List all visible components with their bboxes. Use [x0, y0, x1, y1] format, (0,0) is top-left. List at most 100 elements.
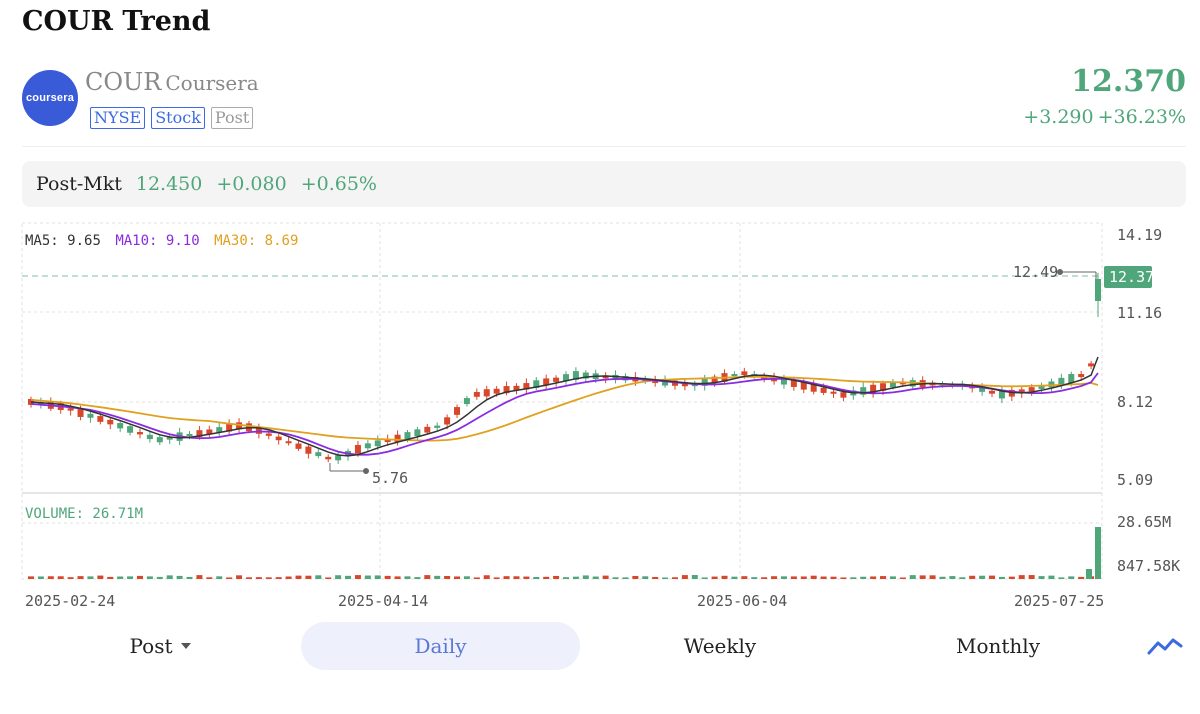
candle-body: [731, 374, 738, 377]
x-label: 2025-02-24: [25, 592, 115, 610]
tab-daily[interactable]: Daily: [301, 622, 580, 670]
volume-bar: [543, 576, 550, 579]
volume-bar: [652, 576, 659, 579]
volume-bar: [265, 577, 272, 579]
volume-bar: [216, 576, 223, 579]
candle-body: [1088, 363, 1095, 367]
volume-bar: [146, 576, 153, 579]
volume-bar: [206, 577, 213, 579]
volume-bar: [1048, 575, 1055, 579]
candle-body: [1028, 387, 1035, 392]
volume-bar: [642, 576, 649, 579]
company-name: Coursera: [165, 71, 259, 95]
post-market-change-pct: +0.65%: [300, 173, 377, 195]
volume-bar: [117, 576, 124, 579]
volume-bar: [662, 577, 669, 579]
candle-body: [483, 389, 490, 397]
ma5-line: [30, 356, 1099, 457]
volume-bar: [47, 576, 54, 579]
volume-bar: [780, 576, 787, 579]
candle-body: [67, 408, 74, 411]
candlestick-series: [28, 273, 1101, 464]
post-market-bar: Post-Mkt 12.450 +0.080 +0.65%: [22, 161, 1186, 207]
candle-body: [146, 434, 153, 440]
candle-body: [473, 391, 480, 397]
volume-bar: [691, 575, 698, 579]
tab-weekly[interactable]: Weekly: [600, 622, 840, 670]
stock-chart[interactable]: MA5: 9.65 MA10: 9.10 MA30: 8.69 14.19 11…: [0, 215, 1200, 615]
tab-monthly-label: Monthly: [955, 634, 1040, 658]
volume-bar: [345, 575, 352, 579]
y-tick: 14.19: [1117, 226, 1162, 244]
candle-body: [156, 437, 163, 443]
low-label: 5.76: [372, 469, 408, 487]
volume-bar: [77, 576, 84, 579]
candle-body: [285, 441, 292, 444]
current-price: 12.370: [1071, 64, 1186, 99]
volume-bar: [800, 576, 807, 579]
low-dot: [363, 468, 369, 474]
volume-bar: [404, 576, 411, 579]
candle-body: [305, 446, 312, 454]
volume-bar: [741, 576, 748, 579]
volume-bar: [136, 575, 143, 579]
candle-body: [404, 432, 411, 440]
change-percent: +36.23%: [1097, 106, 1186, 128]
volume-bar: [87, 576, 94, 579]
volume-bar: [880, 576, 887, 579]
volume-tick: 847.58K: [1117, 557, 1180, 575]
volume-bar: [810, 575, 817, 579]
candle-body: [374, 440, 381, 447]
volume-bar: [761, 577, 768, 579]
volume-bar: [949, 576, 956, 579]
volume-bar: [563, 577, 569, 579]
volume-bar: [860, 576, 867, 579]
volume-bar: [454, 576, 461, 579]
volume-bar: [295, 575, 302, 579]
candle-body: [493, 388, 500, 394]
volume-bar: [57, 576, 64, 579]
candle-body: [325, 456, 332, 460]
candle-body: [424, 426, 431, 433]
volume-bar: [493, 577, 500, 579]
volume-bar: [285, 576, 292, 579]
line-chart-icon[interactable]: [1140, 622, 1190, 670]
volume-bar: [166, 575, 173, 579]
post-market-change: +0.080: [216, 173, 287, 195]
volume-bar: [513, 576, 520, 579]
ma5-value: 9.65: [67, 233, 101, 249]
candle-body: [364, 443, 371, 449]
volume-bar: [919, 575, 926, 579]
candle-body: [998, 391, 1005, 399]
volume-bar: [364, 575, 371, 579]
volume-bar: [870, 576, 877, 579]
volume-bar: [523, 576, 530, 579]
volume-bar: [1068, 576, 1075, 579]
volume-bar: [107, 576, 114, 579]
candle-body: [741, 371, 748, 376]
high-dot: [1057, 269, 1063, 275]
volume-bar: [840, 577, 847, 579]
volume-bar: [711, 576, 718, 579]
caret-down-icon: [180, 643, 191, 649]
volume-bar: [483, 575, 490, 579]
candle-body: [117, 423, 124, 429]
volume-bar: [533, 576, 540, 579]
candle-body: [454, 407, 461, 415]
y-tick: 5.09: [1117, 471, 1153, 489]
candle-body: [444, 417, 451, 425]
ma10-label: MA10:: [115, 233, 157, 249]
volume-bar: [572, 576, 579, 579]
volume-bar: [1008, 576, 1015, 579]
tab-monthly[interactable]: Monthly: [878, 622, 1118, 670]
volume-bar: [632, 575, 639, 579]
volume-bar: [196, 575, 203, 579]
candle-body: [830, 391, 837, 394]
ma30-value: 8.69: [265, 233, 299, 249]
volume-bar: [354, 575, 361, 579]
candle-body: [989, 390, 996, 394]
exchange-tag: NYSE: [90, 107, 146, 129]
volume-bar: [989, 575, 996, 579]
tab-post[interactable]: Post: [40, 622, 280, 670]
volume-bar: [394, 576, 401, 579]
